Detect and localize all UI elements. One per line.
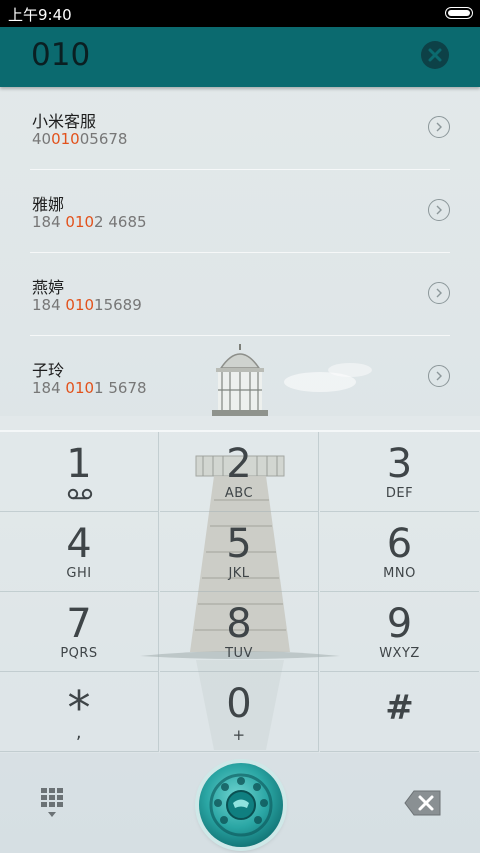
key-letters: TUV [225, 646, 253, 661]
contact-detail-button[interactable] [428, 282, 450, 304]
contact-item[interactable]: 小米客服 4001005678 [30, 87, 450, 170]
dial-keypad: 1 2 ABC 3 DEF 4 GHI 5 JKL 6 MNO 7 PQRS 8… [0, 416, 480, 753]
key-6[interactable]: 6 MNO [320, 512, 479, 592]
key-4[interactable]: 4 GHI [0, 512, 159, 592]
status-bar: 上午9:40 [0, 0, 480, 27]
dialpad-toggle-button[interactable] [38, 786, 70, 820]
key-star[interactable]: * , [0, 672, 159, 752]
dialpad-icon [41, 788, 63, 817]
chevron-right-icon [436, 371, 442, 381]
key-digit: 8 [226, 601, 252, 647]
contact-name: 小米客服 [32, 112, 97, 131]
key-digit: 3 [386, 441, 413, 487]
key-7[interactable]: 7 PQRS [0, 592, 159, 672]
key-letters: MNO [383, 566, 416, 581]
call-button[interactable] [199, 763, 283, 847]
contact-number: 4001005678 [32, 130, 128, 148]
key-letters: ABC [224, 486, 254, 501]
contact-name: 雅娜 [32, 195, 65, 214]
contact-number: 184 0102 4685 [32, 213, 147, 231]
chevron-right-icon [436, 122, 442, 132]
key-digit: 0 [226, 681, 252, 727]
key-digit: 9 [386, 601, 413, 647]
key-5[interactable]: 5 JKL [160, 512, 319, 592]
backspace-button[interactable] [404, 789, 442, 817]
chevron-right-icon [436, 205, 442, 215]
key-1[interactable]: 1 [0, 432, 159, 512]
key-letters: + [232, 726, 246, 744]
key-letters: DEF [385, 486, 414, 501]
rotary-phone-icon [209, 773, 273, 837]
key-digit: # [385, 688, 414, 728]
key-9[interactable]: 9 WXYZ [320, 592, 479, 672]
key-letters: WXYZ [379, 646, 420, 661]
key-digit: 5 [226, 521, 252, 567]
dialer-action-bar [0, 753, 480, 853]
key-digit: 6 [386, 521, 413, 567]
contact-item[interactable]: 雅娜 184 0102 4685 [30, 170, 450, 253]
contact-results-list: 小米客服 4001005678 雅娜 184 0102 4685 燕婷 184 … [0, 87, 480, 418]
key-letters: GHI [66, 566, 92, 581]
dial-input[interactable]: 010 [31, 37, 90, 73]
contact-item[interactable]: 子玲 184 0101 5678 [30, 336, 450, 418]
key-digit: 4 [66, 521, 92, 567]
status-time: 上午9:40 [8, 6, 72, 24]
contact-number: 184 01015689 [32, 296, 142, 314]
key-digit: 1 [66, 441, 92, 487]
key-digit: 7 [66, 601, 92, 647]
contact-item[interactable]: 燕婷 184 01015689 [30, 253, 450, 336]
key-letters: JKL [228, 566, 250, 581]
key-3[interactable]: 3 DEF [320, 432, 479, 512]
battery-icon [445, 7, 473, 19]
search-header: 010 [0, 27, 480, 87]
contact-name: 子玲 [32, 361, 65, 380]
clear-button[interactable] [421, 41, 449, 69]
key-letters: PQRS [60, 646, 98, 661]
contact-detail-button[interactable] [428, 199, 450, 221]
backspace-icon [404, 790, 441, 816]
key-2[interactable]: 2 ABC [160, 432, 319, 512]
contact-detail-button[interactable] [428, 365, 450, 387]
key-digit: 2 [226, 441, 252, 487]
key-hash[interactable]: # [320, 672, 479, 752]
contact-number: 184 0101 5678 [32, 379, 147, 397]
contact-detail-button[interactable] [428, 116, 450, 138]
close-icon [428, 48, 442, 62]
key-8[interactable]: 8 TUV [160, 592, 319, 672]
voicemail-icon [67, 488, 93, 500]
contact-name: 燕婷 [32, 278, 65, 297]
key-0[interactable]: 0 + [160, 672, 319, 752]
key-letters: , [75, 722, 83, 743]
chevron-right-icon [436, 288, 442, 298]
